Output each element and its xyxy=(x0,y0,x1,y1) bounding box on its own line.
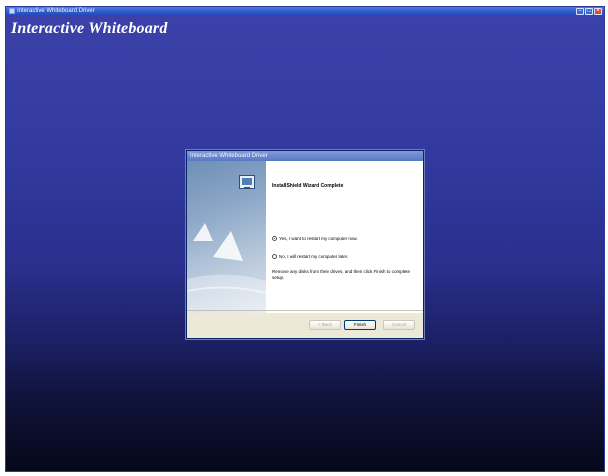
computer-icon xyxy=(239,175,255,189)
app-icon xyxy=(9,8,15,14)
restart-later-label: No, I will restart my computer later. xyxy=(279,254,349,259)
finish-button[interactable]: Finish xyxy=(344,320,376,330)
radio-button-checked[interactable] xyxy=(272,236,277,241)
dialog-button-bar: < Back Finish Cancel xyxy=(187,310,423,338)
wizard-banner-image xyxy=(187,161,266,313)
app-title: Interactive Whiteboard xyxy=(11,20,168,37)
restart-now-option[interactable]: Yes, I want to restart my computer now. xyxy=(272,236,358,241)
dialog-content: InstallShield Wizard Complete Yes, I wan… xyxy=(272,161,419,313)
instruction-text: Remove any disks from their drives, and … xyxy=(272,269,411,280)
restart-now-label: Yes, I want to restart my computer now. xyxy=(279,236,358,241)
maximize-icon[interactable]: □ xyxy=(585,8,593,15)
window-titlebar[interactable]: Interactive Whiteboard Driver – □ × xyxy=(6,7,604,16)
dialog-title: Interactive Whiteboard Driver xyxy=(190,153,268,159)
dialog-body: InstallShield Wizard Complete Yes, I wan… xyxy=(187,161,423,313)
dialog-titlebar[interactable]: Interactive Whiteboard Driver xyxy=(187,151,423,161)
setup-dialog: Interactive Whiteboard Driver InstallShi… xyxy=(186,150,424,339)
radio-button-unchecked[interactable] xyxy=(272,254,277,259)
close-icon[interactable]: × xyxy=(594,8,602,15)
wizard-heading: InstallShield Wizard Complete xyxy=(272,183,344,189)
cancel-button[interactable]: Cancel xyxy=(383,320,415,330)
back-button[interactable]: < Back xyxy=(309,320,341,330)
minimize-icon[interactable]: – xyxy=(576,8,584,15)
window-title: Interactive Whiteboard Driver xyxy=(17,8,95,14)
restart-later-option[interactable]: No, I will restart my computer later. xyxy=(272,254,348,259)
